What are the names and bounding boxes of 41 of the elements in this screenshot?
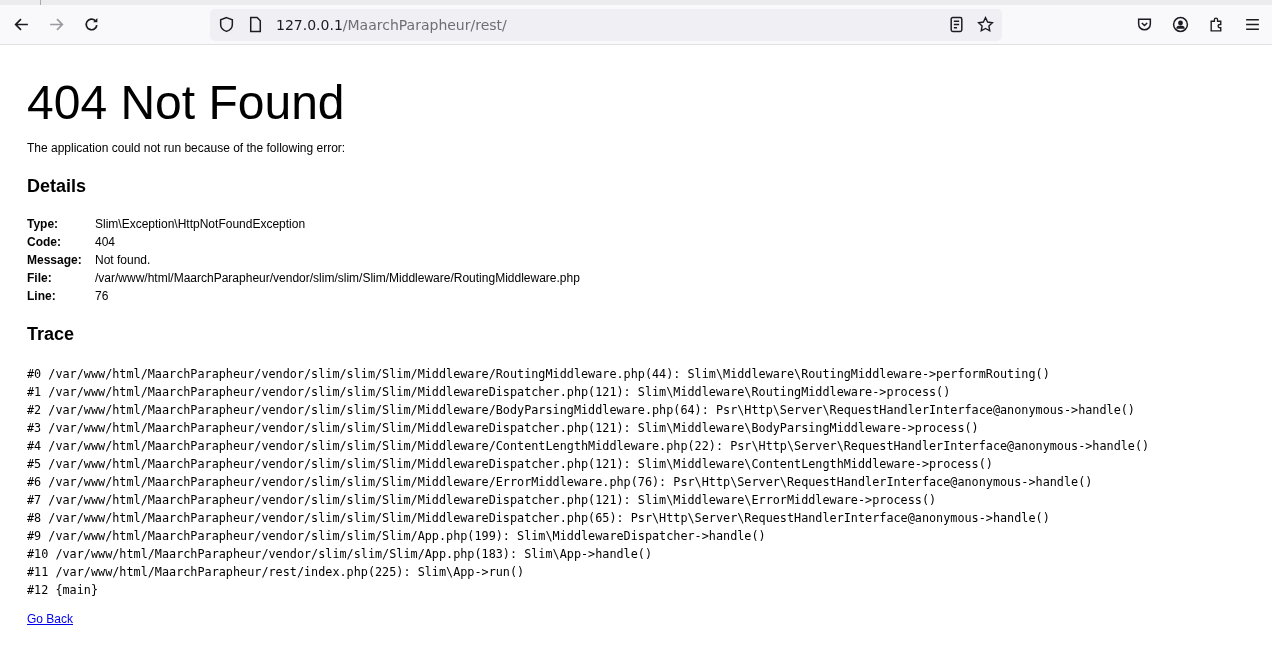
detail-label: File:	[27, 271, 53, 285]
back-icon[interactable]	[13, 16, 30, 33]
trace-line: #7 /var/www/html/MaarchParapheur/vendor/slim/slim/Slim/MiddlewareDispatcher.php(121): Slim\Middleware\ErrorMiddleware->process()	[27, 492, 937, 509]
trace-line: #6 /var/www/html/MaarchParapheur/vendor/slim/slim/Slim/Middleware/ErrorMiddleware.php(76): Psr\Http\Server\RequestHandlerInterface@anonymous->handle()	[27, 474, 1093, 491]
forward-icon[interactable]	[48, 16, 65, 33]
trace-line: #3 /var/www/html/MaarchParapheur/vendor/slim/slim/Slim/MiddlewareDispatcher.php(121): Slim\Middleware\BodyParsingMiddleware->process()	[27, 420, 979, 437]
detail-label: Line:	[27, 289, 57, 303]
reader-view-icon[interactable]	[948, 16, 965, 33]
detail-label: Type:	[27, 217, 60, 231]
detail-value: 76	[95, 289, 110, 303]
details-heading: Details	[27, 176, 88, 197]
detail-value: Slim\Exception\HttpNotFoundException	[95, 217, 307, 231]
menu-icon[interactable]	[1244, 16, 1261, 33]
shield-icon	[218, 16, 235, 33]
url-host: 127.0.0.1	[276, 16, 343, 33]
trace-line: #12 {main}	[27, 582, 99, 599]
reload-icon[interactable]	[83, 16, 100, 33]
trace-line: #5 /var/www/html/MaarchParapheur/vendor/slim/slim/Slim/MiddlewareDispatcher.php(121): Slim\Middleware\ContentLengthMiddleware->process()	[27, 456, 993, 473]
detail-value: /var/www/html/MaarchParapheur/vendor/slim/slim/Slim/Middleware/RoutingMiddleware.php	[95, 271, 580, 285]
page-icon	[247, 16, 264, 33]
trace-line: #1 /var/www/html/MaarchParapheur/vendor/slim/slim/Slim/MiddlewareDispatcher.php(121): Slim\Middleware\RoutingMiddleware->process()	[27, 384, 951, 401]
error-intro: The application could not run because of the following error:	[27, 141, 347, 155]
address-bar[interactable]: 127.0.0.1/MaarchParapheur/rest/	[210, 8, 1002, 41]
detail-value: Not found.	[95, 253, 152, 267]
trace-line: #4 /var/www/html/MaarchParapheur/vendor/slim/slim/Slim/Middleware/ContentLengthMiddleware.php(22): Psr\Http\Server\RequestHandlerInterface@anonymous->handle()	[27, 438, 1150, 455]
trace-line: #2 /var/www/html/MaarchParapheur/vendor/slim/slim/Slim/Middleware/BodyParsingMiddleware.php(64): Psr\Http\Server\RequestHandlerInterface@anonymous->handle()	[27, 402, 1135, 419]
detail-label: Code:	[27, 235, 62, 249]
trace-line: #8 /var/www/html/MaarchParapheur/vendor/slim/slim/Slim/MiddlewareDispatcher.php(65): Psr\Http\Server\RequestHandlerInterface@anonymous->handle()	[27, 510, 1050, 527]
page-title: 404 Not Found	[27, 77, 346, 129]
star-icon[interactable]	[977, 16, 994, 33]
trace-line: #11 /var/www/html/MaarchParapheur/rest/index.php(225): Slim\App->run()	[27, 564, 525, 581]
trace-line: #0 /var/www/html/MaarchParapheur/vendor/slim/slim/Slim/Middleware/RoutingMiddleware.php(44): Slim\Middleware\RoutingMiddleware->performRouting()	[27, 366, 1050, 383]
url-path: /MaarchParapheur/rest/	[342, 16, 507, 33]
pocket-icon[interactable]	[1136, 16, 1153, 33]
trace-line: #9 /var/www/html/MaarchParapheur/vendor/slim/slim/Slim/App.php(199): Slim\MiddlewareDispatcher->handle()	[27, 528, 766, 545]
detail-label: Message:	[27, 253, 83, 267]
trace-heading: Trace	[27, 324, 76, 345]
trace-line: #10 /var/www/html/MaarchParapheur/vendor/slim/slim/Slim/App.php(183): Slim\App->handle()	[27, 546, 652, 563]
detail-value: 404	[95, 235, 117, 249]
account-icon[interactable]	[1172, 16, 1189, 33]
go-back-link[interactable]: Go Back	[27, 612, 74, 626]
